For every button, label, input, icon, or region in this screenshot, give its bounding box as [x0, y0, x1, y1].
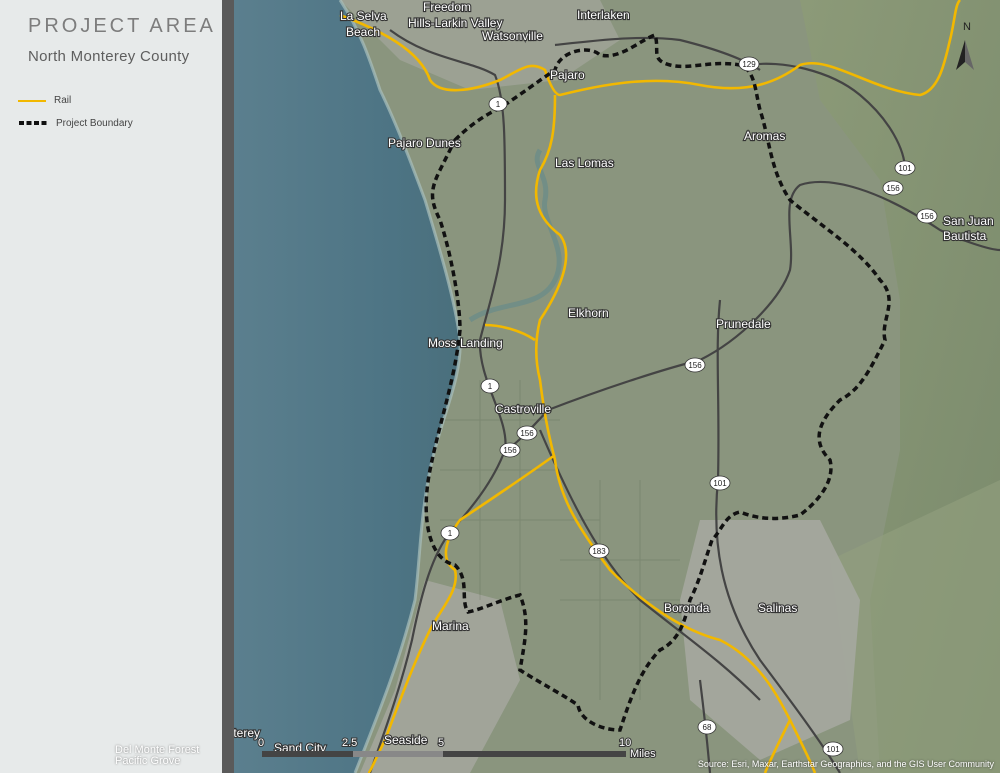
svg-text:156: 156	[503, 446, 517, 455]
place-label-castroville: Castroville	[495, 402, 551, 416]
place-label-las-lomas: Las Lomas	[555, 156, 614, 170]
scale-unit: Miles	[630, 748, 656, 760]
place-label-boronda: Boronda	[664, 601, 710, 615]
place-label-aromas: Aromas	[744, 129, 785, 143]
legend-label-rail: Rail	[54, 95, 72, 106]
shield-1-marina: 1	[440, 525, 460, 541]
map-canvas[interactable]: 1 129 101 156 156 156 1 156 156 101 1 18…	[234, 0, 1000, 773]
svg-text:1: 1	[448, 529, 453, 538]
shield-101-north: 101	[894, 160, 916, 176]
sidebar-ghost-labels: Del Monte Forest Pacific Grove	[115, 745, 199, 767]
shield-183: 183	[588, 543, 610, 559]
svg-text:68: 68	[703, 723, 712, 732]
place-label-interlaken: Interlaken	[577, 8, 630, 22]
svg-text:129: 129	[742, 60, 756, 69]
legend-item-rail: Rail	[18, 95, 71, 106]
place-label-hills-larkin: Hills-Larkin Valley	[408, 16, 502, 30]
place-label-pajaro-dunes: Pajaro Dunes	[388, 136, 461, 150]
place-label-marina: Marina	[432, 619, 469, 633]
rail-line-icon	[18, 99, 46, 102]
svg-text:156: 156	[688, 361, 702, 370]
shield-156-c: 156	[684, 357, 706, 373]
place-label-salinas: Salinas	[758, 601, 797, 615]
shield-156-d: 156	[516, 425, 538, 441]
shield-101-mid: 101	[709, 475, 731, 491]
legend-item-boundary: Project Boundary	[18, 117, 133, 129]
shield-1-north: 1	[488, 96, 508, 112]
north-arrow-label: N	[963, 21, 971, 33]
svg-text:1: 1	[496, 100, 501, 109]
place-label-monterey: Monterey	[234, 726, 260, 740]
map-attribution: Source: Esri, Maxar, Earthstar Geographi…	[697, 759, 994, 769]
place-label-bautista: Bautista	[943, 229, 987, 243]
panel-subtitle: North Monterey County	[28, 48, 190, 65]
svg-text:1: 1	[488, 382, 493, 391]
shield-68: 68	[697, 719, 717, 735]
svg-text:156: 156	[886, 184, 900, 193]
svg-text:156: 156	[920, 212, 934, 221]
place-label-san-juan: San Juan	[943, 214, 994, 228]
svg-text:101: 101	[898, 164, 912, 173]
map-view[interactable]: 1 129 101 156 156 156 1 156 156 101 1 18…	[234, 0, 1000, 773]
shield-156-b: 156	[916, 208, 938, 224]
place-label-watsonville: Watsonville	[482, 29, 543, 43]
svg-text:101: 101	[713, 479, 727, 488]
shield-1-moss: 1	[480, 378, 500, 394]
map-frame-bar	[222, 0, 234, 773]
scale-tick-0: 0	[258, 737, 264, 749]
legend-panel: PROJECT AREA North Monterey County Rail …	[0, 0, 222, 773]
shield-101-south: 101	[822, 741, 844, 757]
place-label-pacific-grove: Pacific Grove	[115, 755, 181, 767]
place-label-elkhorn: Elkhorn	[568, 306, 609, 320]
scale-tick-5: 5	[438, 737, 444, 749]
panel-title: PROJECT AREA	[28, 15, 216, 37]
boundary-dash-icon	[19, 121, 47, 125]
svg-text:156: 156	[520, 429, 534, 438]
shield-156-e: 156	[499, 442, 521, 458]
place-label-seaside: Seaside	[384, 733, 428, 747]
place-label-moss-landing: Moss Landing	[428, 336, 503, 350]
svg-text:183: 183	[592, 547, 606, 556]
place-label-beach: Beach	[346, 25, 380, 39]
place-label-prunedale: Prunedale	[716, 317, 771, 331]
svg-text:101: 101	[826, 745, 840, 754]
place-label-pajaro: Pajaro	[550, 68, 585, 82]
scale-tick-2-5: 2.5	[342, 737, 357, 749]
place-label-la-selva: La Selva	[340, 9, 387, 23]
shield-129: 129	[738, 56, 760, 72]
shield-156-a: 156	[882, 180, 904, 196]
legend-label-boundary: Project Boundary	[56, 117, 133, 129]
